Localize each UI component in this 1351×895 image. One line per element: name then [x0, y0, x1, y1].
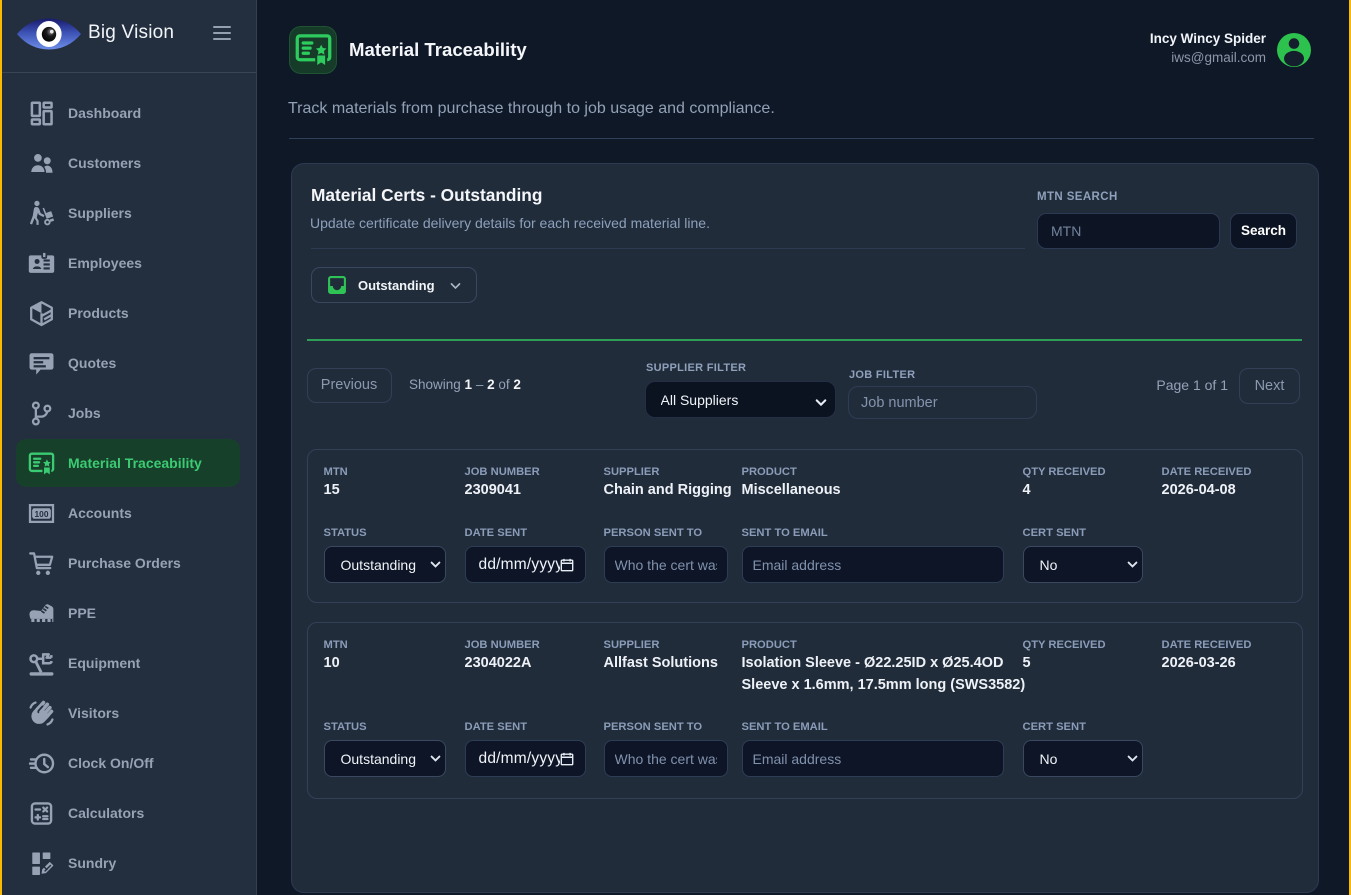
svg-text:100: 100: [35, 508, 49, 518]
